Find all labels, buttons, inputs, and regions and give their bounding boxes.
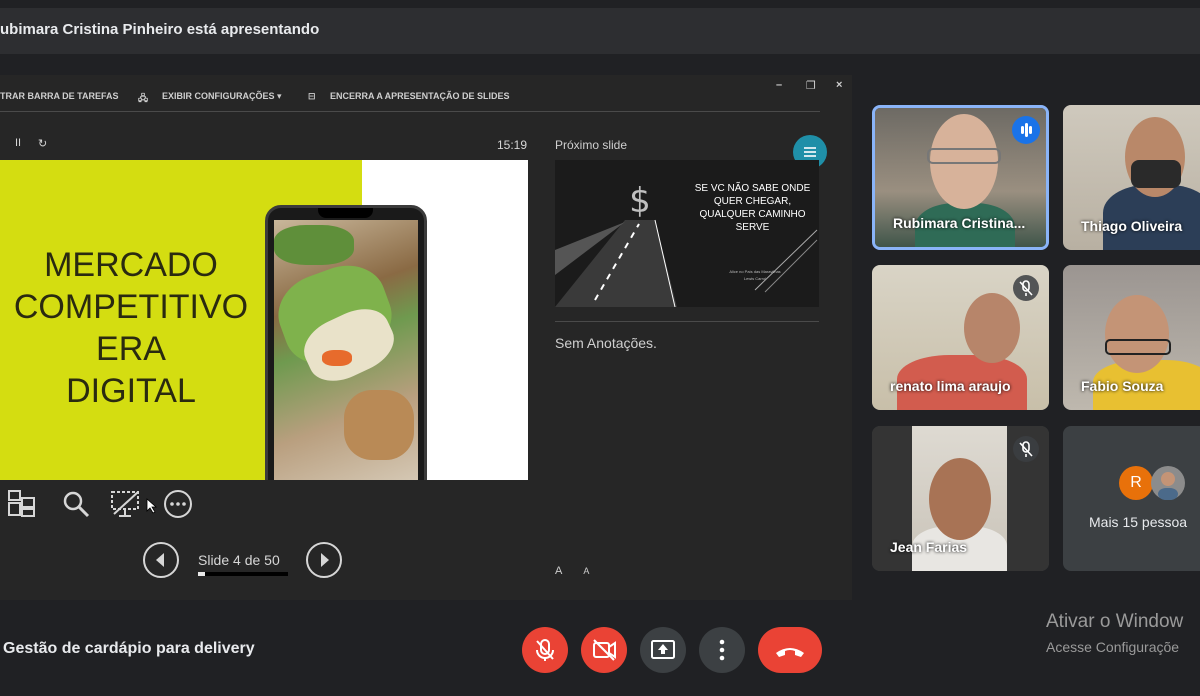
- elapsed-timer: 15:19: [497, 138, 528, 152]
- next-slide-preview[interactable]: $ SE VC NÃO SABE ONDE QUER CHEGAR, QUALQ…: [555, 160, 819, 307]
- end-call-button[interactable]: [758, 627, 822, 673]
- decrease-font-button[interactable]: A: [583, 566, 589, 576]
- present-screen-icon: [651, 640, 675, 659]
- avatar: R: [1119, 466, 1153, 500]
- chevron-right-icon: [321, 553, 329, 567]
- slide-headline-line: COMPETITIVO: [13, 288, 249, 326]
- presenter-banner: ubimara Cristina Pinheiro está apresenta…: [0, 8, 1200, 54]
- slide-headline-line: DIGITAL: [66, 372, 196, 410]
- phone-image: [265, 205, 427, 480]
- phone-notch: [318, 208, 373, 218]
- see-all-slides-icon[interactable]: [6, 488, 38, 520]
- slide-progress-fill: [198, 572, 206, 576]
- participant-tile[interactable]: Rubimara Cristina...: [872, 105, 1049, 250]
- participant-tile[interactable]: renato lima araujo: [872, 265, 1049, 410]
- more-options-icon[interactable]: [162, 488, 194, 520]
- participant-name: renato lima araujo: [890, 378, 1011, 394]
- divider: [0, 111, 820, 112]
- black-screen-icon[interactable]: [110, 488, 142, 520]
- participant-name: Fabio Souza: [1081, 378, 1164, 394]
- cursor-icon: [146, 498, 160, 514]
- participant-tile[interactable]: Fabio Souza: [1063, 265, 1200, 410]
- meeting-controls-bar: Gestão de cardápio para delivery Ativar …: [0, 600, 1200, 696]
- present-screen-button[interactable]: [640, 627, 686, 673]
- camera-off-icon: [593, 639, 616, 661]
- next-slide-quote: SE VC NÃO SABE ONDE QUER CHEGAR, QUALQUE…: [694, 183, 811, 233]
- slide-headline-line: ERA: [96, 330, 166, 368]
- participant-name: Rubimara Cristina...: [893, 215, 1026, 231]
- close-button[interactable]: ×: [836, 79, 842, 91]
- chevron-left-icon: [156, 553, 164, 567]
- toggle-mic-button[interactable]: [522, 627, 568, 673]
- reset-timer-button[interactable]: ↻: [38, 137, 47, 150]
- speaker-notes[interactable]: Sem Anotações.: [555, 335, 657, 351]
- slide-progress-bar: [198, 572, 288, 576]
- show-taskbar-button[interactable]: TRAR BARRA DE TAREFAS: [0, 91, 119, 101]
- presenter-banner-text: ubimara Cristina Pinheiro está apresenta…: [0, 21, 320, 38]
- pause-timer-button[interactable]: II: [15, 137, 21, 149]
- slide-counter: Slide 4 de 50: [198, 552, 280, 568]
- participant-tile[interactable]: Jean Farias: [872, 426, 1049, 571]
- more-participants-label: Mais 15 pessoa: [1089, 514, 1188, 530]
- more-participants-tile[interactable]: R Mais 15 pessoa: [1063, 426, 1200, 571]
- toggle-camera-button[interactable]: [581, 627, 627, 673]
- participant-name: Thiago Oliveira: [1081, 218, 1183, 234]
- next-slide-button[interactable]: [306, 542, 342, 578]
- participant-tile[interactable]: Thiago Oliveira: [1063, 105, 1200, 250]
- slideshow-icon: ⊟: [308, 91, 316, 101]
- windows-activation-subtitle: Acesse Configuraçõe: [1046, 639, 1180, 655]
- divider: [555, 321, 819, 322]
- svg-text:$: $: [629, 181, 651, 221]
- next-slide-citation: Alice no País das Maravilhas Lewis Carro…: [729, 269, 781, 281]
- slide-headline-line: MERCADO: [44, 246, 218, 284]
- previous-slide-button[interactable]: [143, 542, 179, 578]
- font-size-controls: A A: [555, 565, 607, 577]
- more-options-button[interactable]: [699, 627, 745, 673]
- display-settings-button[interactable]: EXIBIR CONFIGURAÇÕES ▾: [162, 91, 282, 102]
- meeting-title: Gestão de cardápio para delivery: [3, 640, 255, 657]
- increase-font-button[interactable]: A: [555, 565, 562, 577]
- participant-name: Jean Farias: [890, 539, 968, 555]
- hang-up-icon: [776, 648, 804, 657]
- mic-off-icon: [536, 639, 554, 661]
- zoom-icon[interactable]: [60, 488, 92, 520]
- windows-activation-title: Ativar o Window: [1046, 611, 1184, 632]
- minimize-button[interactable]: –: [776, 79, 782, 91]
- ppt-toolbar: TRAR BARRA DE TAREFAS 🖧 EXIBIR CONFIGURA…: [0, 75, 852, 113]
- face-mask: [1131, 160, 1181, 188]
- avatar: [1151, 466, 1185, 500]
- speaking-indicator-icon: [1012, 116, 1040, 144]
- mic-off-icon: [1013, 275, 1039, 301]
- shared-screen: TRAR BARRA DE TAREFAS 🖧 EXIBIR CONFIGURA…: [0, 75, 852, 600]
- more-vert-icon: [719, 639, 725, 661]
- mic-off-icon: [1013, 436, 1039, 462]
- settings-icon: 🖧: [138, 93, 149, 103]
- next-slide-label: Próximo slide: [555, 138, 628, 152]
- restore-button[interactable]: ❐: [806, 79, 816, 92]
- food-photo: [268, 220, 418, 480]
- slide-headline: MERCADO COMPETITIVO ERA DIGITAL: [0, 244, 262, 412]
- end-slideshow-button[interactable]: ENCERRA A APRESENTAÇÃO DE SLIDES: [330, 91, 510, 101]
- slide-navigation: Slide 4 de 50: [143, 542, 343, 580]
- current-slide: MERCADO COMPETITIVO ERA DIGITAL: [0, 160, 528, 480]
